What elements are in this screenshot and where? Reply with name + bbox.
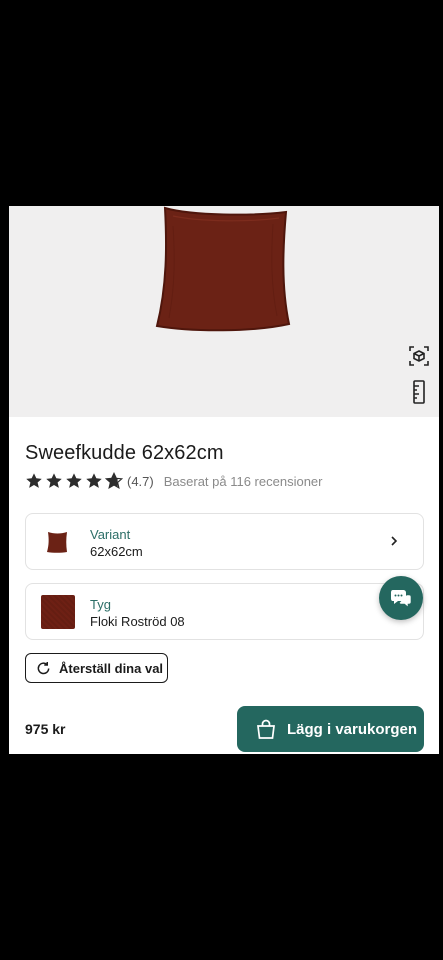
add-to-cart-label: Lägg i varukorgen bbox=[287, 720, 418, 738]
chevron-right-icon bbox=[391, 536, 398, 546]
star-icon bbox=[26, 473, 42, 488]
add-to-cart-button[interactable]: Lägg i varukorgen bbox=[237, 706, 424, 752]
shopping-bag-icon bbox=[257, 719, 275, 739]
rating-value: (4.7) bbox=[127, 473, 154, 489]
refresh-icon bbox=[37, 661, 50, 674]
star-icon bbox=[86, 473, 102, 488]
reviews-link[interactable]: Baserat på 116 recensioner bbox=[164, 474, 323, 489]
star-icon bbox=[66, 473, 82, 488]
fabric-label: Tyg bbox=[90, 597, 111, 612]
product-title: Sweefkudde 62x62cm bbox=[25, 442, 224, 464]
ruler-icon[interactable] bbox=[411, 380, 427, 404]
variant-value: 62x62cm bbox=[90, 544, 143, 559]
ar-cube-icon[interactable] bbox=[408, 345, 430, 367]
star-half-icon bbox=[105, 472, 123, 490]
variant-label: Variant bbox=[90, 527, 131, 542]
reset-choices-label: Återställ dina val bbox=[59, 660, 164, 676]
reset-choices-button[interactable]: Återställ dina val bbox=[25, 653, 168, 683]
product-image-pillow[interactable] bbox=[153, 206, 293, 332]
product-image-area bbox=[9, 206, 439, 417]
variant-pillow-thumbnail bbox=[47, 532, 67, 553]
star-icon bbox=[46, 473, 62, 488]
variant-selector[interactable]: Variant 62x62cm bbox=[25, 513, 424, 570]
fabric-value: Floki Roströd 08 bbox=[90, 614, 185, 629]
fabric-selector[interactable]: Tyg Floki Roströd 08 bbox=[25, 583, 424, 640]
product-price: 975 kr bbox=[25, 721, 66, 737]
chat-button[interactable] bbox=[379, 576, 423, 620]
star-rating bbox=[25, 472, 123, 490]
rating-row[interactable]: (4.7) Baserat på 116 recensioner bbox=[25, 472, 322, 490]
fabric-swatch bbox=[41, 595, 75, 629]
chat-bubble-icon bbox=[391, 590, 412, 608]
product-page: Sweefkudde 62x62cm (4.7) Baserat på 116 … bbox=[9, 206, 439, 754]
